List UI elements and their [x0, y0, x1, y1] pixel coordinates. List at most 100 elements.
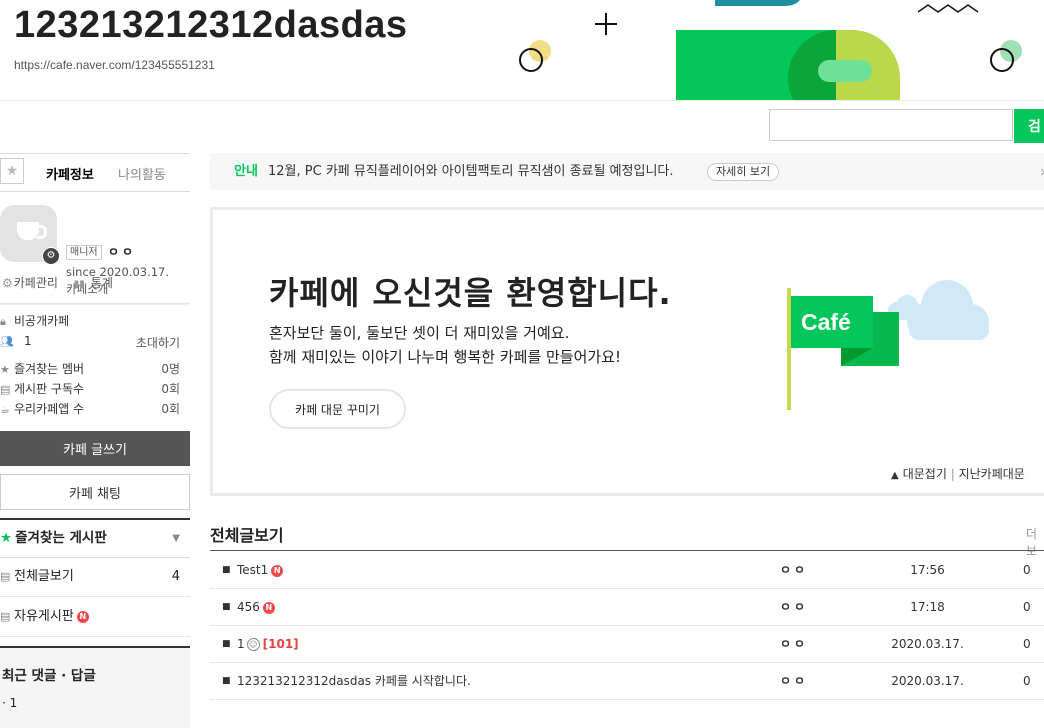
- rss-icon: ▤: [0, 383, 11, 396]
- comment-count[interactable]: [101]: [263, 637, 299, 651]
- member-count[interactable]: 1: [24, 334, 32, 348]
- cup-icon: ☕︎: [0, 403, 10, 416]
- gear-icon[interactable]: ⚙: [42, 247, 60, 265]
- stat-row: ▤ 게시판 구독수 0회: [0, 380, 190, 400]
- cafe-flag-illustration: Café: [787, 280, 989, 410]
- notice-more-button[interactable]: 자세히 보기: [707, 163, 780, 181]
- post-views: 0: [1023, 600, 1031, 614]
- past-main-link[interactable]: 지난카페대문: [959, 467, 1025, 481]
- list-divider: [210, 550, 1044, 551]
- favorite-star-icon[interactable]: ★: [0, 158, 24, 184]
- fold-main-link[interactable]: 대문접기: [903, 467, 947, 481]
- emoticon-icon: ☺: [246, 638, 260, 651]
- favorite-boards-title: 즐겨찾는 게시판: [15, 530, 107, 546]
- post-views: 0: [1023, 637, 1031, 651]
- bullet-icon: ■: [222, 639, 231, 649]
- document-icon: ▤: [0, 610, 11, 623]
- board-label: 전체글보기: [14, 569, 74, 584]
- stat-value: 0회: [161, 382, 180, 396]
- manager-name[interactable]: ㅇㅇ: [108, 243, 136, 260]
- post-author[interactable]: ㅇㅇ: [780, 552, 808, 588]
- post-author[interactable]: ㅇㅇ: [780, 663, 808, 699]
- decorate-main-button[interactable]: 카페 대문 꾸미기: [269, 389, 406, 429]
- tab-my-activity[interactable]: 나의활동: [118, 164, 166, 183]
- triangle-up-icon: ▲: [891, 470, 899, 481]
- flag-text: Café: [801, 309, 851, 335]
- header-decoration: [519, 0, 1022, 100]
- all-posts-title[interactable]: 전체글보기: [210, 522, 284, 546]
- post-title-cell[interactable]: 123213212312dasdas 카페를 시작합니다.: [237, 663, 471, 699]
- post-views: 0: [1023, 674, 1031, 688]
- privacy-row: 🔒︎ 비공개카페: [0, 312, 190, 332]
- post-title-cell[interactable]: 456 N: [237, 589, 275, 625]
- post-title: Test1: [237, 563, 269, 577]
- link-separator: |: [950, 467, 955, 481]
- lock-icon: 🔒︎: [0, 315, 6, 328]
- cafe-manage-label: 카페관리: [13, 276, 58, 290]
- stat-value: 0명: [161, 362, 180, 376]
- post-date: 17:18: [910, 600, 945, 614]
- table-row: ■ 456 N ㅇㅇ 17:18 0: [210, 589, 1044, 626]
- stat-label: 즐겨찾는 멤버: [14, 362, 85, 376]
- search-button[interactable]: 검: [1014, 109, 1044, 143]
- post-date: 2020.03.17.: [891, 637, 964, 651]
- privacy-label: 비공개카페: [14, 314, 70, 328]
- notice-tag: 안내: [234, 164, 258, 179]
- stat-label: 게시판 구독수: [14, 382, 85, 396]
- notice-text[interactable]: 12월, PC 카페 뮤직플레이어와 아이템팩토리 뮤직샘이 종료될 예정입니다…: [268, 153, 674, 190]
- cafe-header: 123213212312dasdas https://cafe.naver.co…: [0, 0, 1044, 101]
- post-views: 0: [1023, 563, 1031, 577]
- tab-cafe-info[interactable]: 카페정보: [46, 164, 94, 183]
- cafe-stats: 🔒︎ 비공개카페 👥︎ 1 초대하기 ★ 즐겨찾는 멤버 0명 ▤ 게시판 구독수 0회…: [0, 308, 190, 420]
- members-icon: 👥︎: [0, 335, 14, 348]
- table-row: ■ 123213212312dasdas 카페를 시작합니다. ㅇㅇ 2020.…: [210, 663, 1044, 700]
- post-date: 17:56: [910, 563, 945, 577]
- member-row: 👥︎ 1 초대하기: [0, 334, 190, 354]
- post-date: 2020.03.17.: [891, 674, 964, 688]
- sidebar-item-free-board[interactable]: ▤ 자유게시판 N: [0, 598, 190, 637]
- manager-badge: 매니저: [66, 245, 102, 260]
- post-title: 1: [237, 637, 245, 651]
- star-icon: ★: [0, 363, 10, 376]
- recent-comments: 최근 댓글 · 답글 · 1: [0, 646, 190, 728]
- post-title-cell[interactable]: 1 ☺ [101]: [237, 626, 299, 662]
- sidebar-item-all-posts[interactable]: ▤ 전체글보기 4: [0, 558, 190, 597]
- favorite-boards-header[interactable]: ★ 즐겨찾는 게시판 ▼: [0, 518, 190, 558]
- post-title-cell[interactable]: Test1 N: [237, 552, 284, 588]
- cafe-avatar[interactable]: ⚙: [0, 205, 60, 265]
- new-badge-icon: N: [76, 610, 89, 623]
- board-count: 4: [171, 569, 180, 584]
- coffee-cup-icon: [17, 222, 39, 240]
- stat-row: ★ 즐겨찾는 멤버 0명: [0, 360, 190, 380]
- recent-comment-item[interactable]: · 1: [2, 696, 17, 710]
- notice-bar: 안내 12월, PC 카페 뮤직플레이어와 아이템팩토리 뮤직샘이 종료될 예정…: [210, 153, 1044, 190]
- search-input[interactable]: [769, 109, 1013, 141]
- invite-link[interactable]: 초대하기: [136, 334, 180, 351]
- recent-comments-title: 최근 댓글 · 답글: [2, 668, 96, 684]
- sidebar-tabs: ★ 카페정보 나의활동: [0, 153, 190, 192]
- post-author[interactable]: ㅇㅇ: [780, 589, 808, 625]
- welcome-title: 카페에 오신것을 환영합니다.: [269, 274, 672, 312]
- cafe-url[interactable]: https://cafe.naver.com/123455551231: [14, 58, 215, 72]
- stats-link[interactable]: ▮▮ 통계: [74, 276, 119, 290]
- table-row: ■ 1 ☺ [101] ㅇㅇ 2020.03.17. 0: [210, 626, 1044, 663]
- chevron-down-icon[interactable]: ▼: [172, 520, 180, 557]
- cafe-title[interactable]: 123213212312dasdas: [14, 4, 408, 47]
- gear-small-icon: ⚙: [2, 276, 13, 290]
- welcome-line-1: 혼자보단 둘이, 둘보단 셋이 더 재미있을 거예요.: [269, 324, 570, 342]
- bullet-icon: ■: [222, 565, 231, 575]
- cafe-manage-link[interactable]: ⚙카페관리: [2, 276, 64, 290]
- star-icon: ★: [0, 530, 13, 546]
- cafe-write-button[interactable]: 카페 글쓰기: [0, 431, 190, 466]
- stats-label: 통계: [90, 276, 113, 290]
- cafe-chat-button[interactable]: 카페 채팅: [0, 474, 190, 510]
- bullet-icon: ■: [222, 676, 231, 686]
- new-badge-icon: N: [262, 601, 275, 614]
- post-title: 456: [237, 600, 260, 614]
- chevron-right-icon[interactable]: ›: [1040, 153, 1044, 190]
- post-author[interactable]: ㅇㅇ: [780, 626, 808, 662]
- stat-value: 0회: [161, 402, 180, 416]
- welcome-banner: 카페에 오신것을 환영합니다. 혼자보단 둘이, 둘보단 셋이 더 재미있을 거…: [210, 207, 1044, 496]
- bar-chart-icon: ▮▮: [73, 279, 85, 290]
- management-row: ⚙카페관리 ▮▮ 통계: [2, 274, 125, 291]
